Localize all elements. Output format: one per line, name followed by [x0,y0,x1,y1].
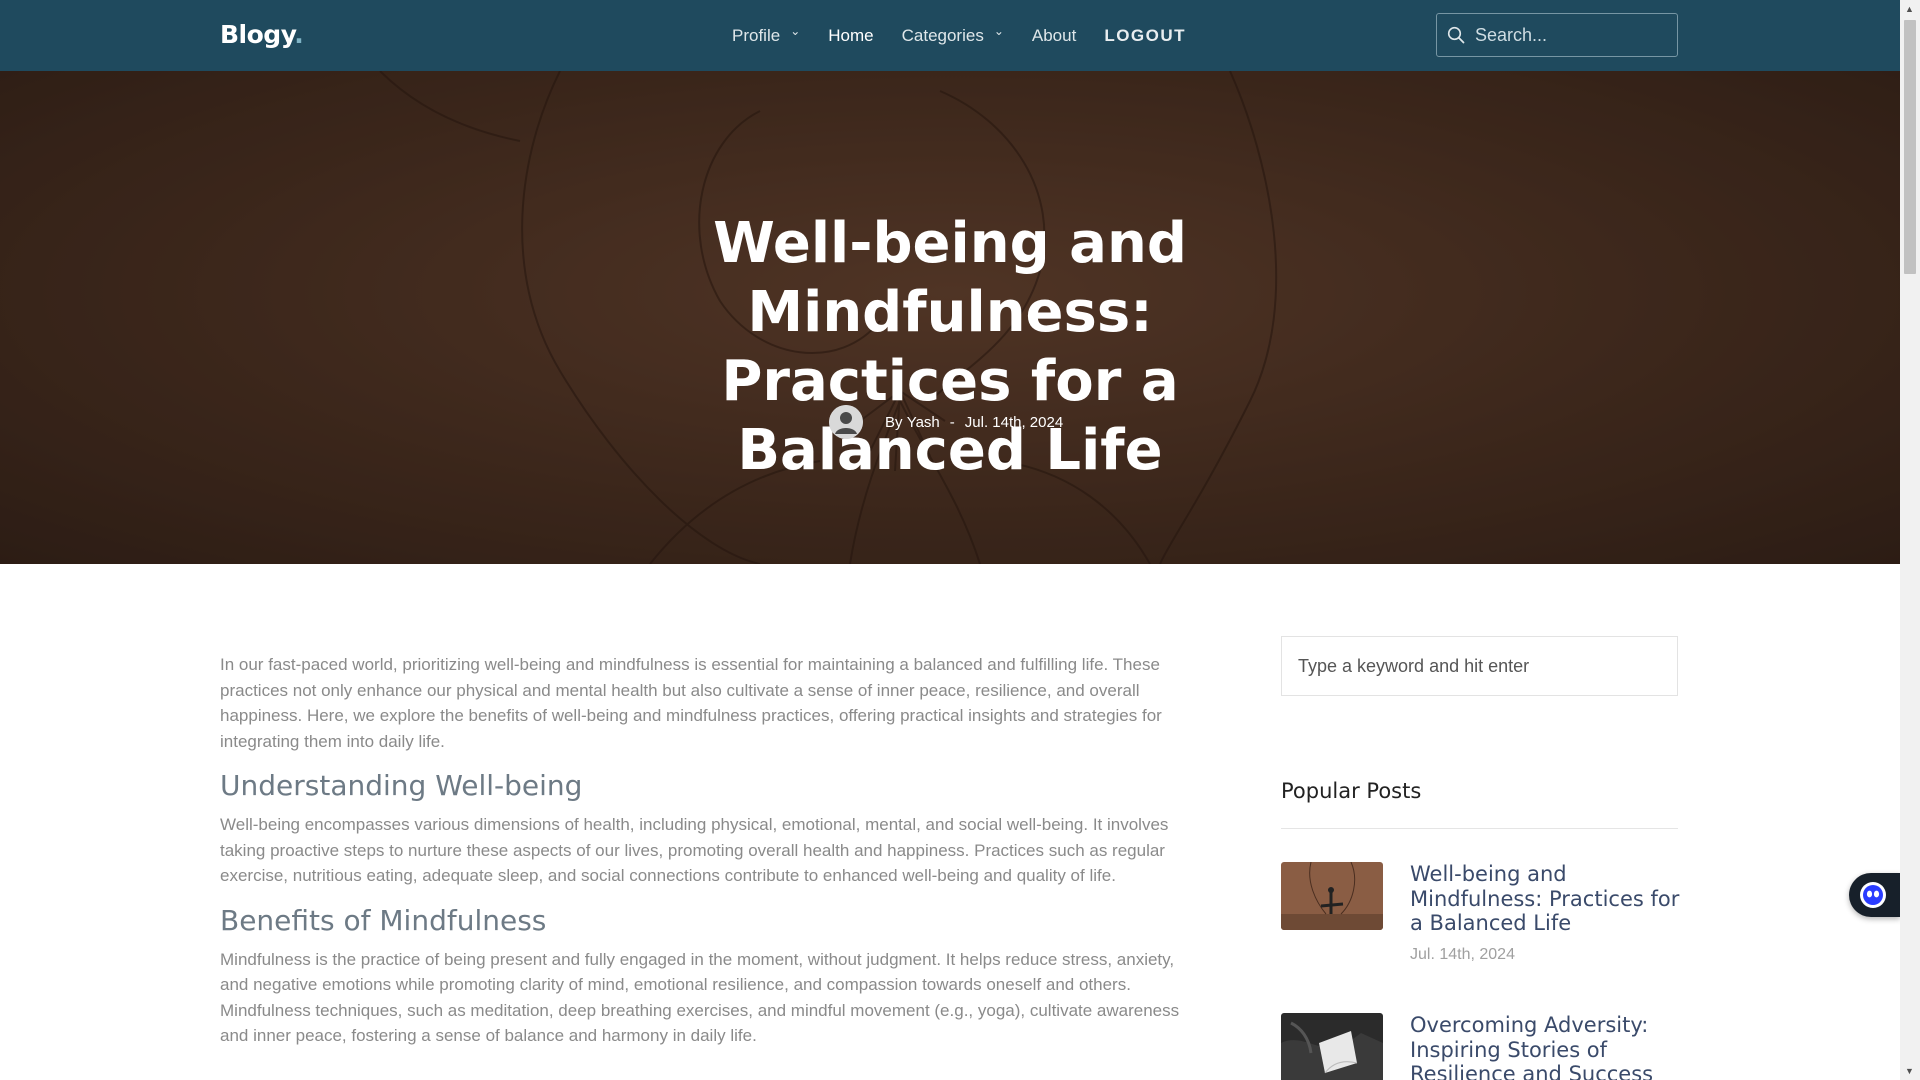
chat-bot-button[interactable] [1849,873,1900,917]
scrollbar-thumb[interactable] [1904,20,1916,274]
brand-dot: . [294,20,304,49]
brand-name: Blogy [220,20,295,49]
popular-post-title[interactable]: Overcoming Adversity: Inspiring Stories … [1410,1013,1678,1080]
nav-item-categories[interactable]: Categories ⌄ [901,23,1004,46]
nav-item-profile[interactable]: Profile ⌄ [732,23,801,46]
nav-search-box [1436,13,1678,57]
hero-banner: Well-being and Mindfulness: Practices fo… [0,71,1900,564]
section-heading: Understanding Well-being [220,769,583,802]
nav-item-about[interactable]: About [1032,26,1076,46]
page-scrollbar[interactable]: ▲ ▼ [1900,0,1920,1080]
post-thumbnail[interactable] [1281,862,1383,930]
nav-item-label: About [1031,25,1077,45]
post-meta: By Yash - Jul. 14th, 2024 [829,405,1063,439]
section-paragraph: Mindfulness is the practice of being pre… [220,949,1180,1046]
nav-item-label: Profile [732,25,781,45]
main-nav: Profile ⌄ Home Categories ⌄ About LOGOUT [732,0,1214,71]
nav-search-input[interactable] [1473,23,1667,47]
user-avatar-icon [829,405,863,439]
post-title: Well-being and Mindfulness: Practices fo… [713,210,1187,483]
nav-item-label: Home [828,25,874,45]
popular-post-title[interactable]: Well-being and Mindfulness: Practices fo… [1410,862,1680,936]
section-heading: Benefits of Mindfulness [220,903,547,937]
chat-bot-icon [1860,882,1886,908]
scroll-up-arrow-icon[interactable]: ▲ [1905,4,1914,14]
popular-posts-heading: Popular Posts [1281,779,1422,803]
article-body: In our fast-paced world, prioritizing we… [220,652,1190,1063]
post-thumbnail[interactable] [1281,1013,1383,1080]
nav-item-home[interactable]: Home [828,26,873,46]
intro-paragraph: In our fast-paced world, prioritizing we… [220,655,1162,751]
scroll-down-arrow-icon[interactable]: ▼ [1905,1066,1914,1076]
sidebar-search-box [1281,636,1678,696]
popular-post-item[interactable]: Well-being and Mindfulness: Practices fo… [1281,862,1680,972]
nav-item-label: LOGOUT [1104,25,1187,45]
author-prefix: By [885,413,903,431]
section-paragraph: Well-being encompasses various dimension… [220,815,1169,885]
author-name[interactable]: Yash [907,414,940,431]
search-icon [1447,26,1465,44]
divider [1281,828,1678,829]
chevron-down-icon: ⌄ [993,23,1004,38]
nav-item-label: Categories [901,25,984,45]
meta-separator: - [949,413,955,431]
popular-post-date: Jul. 14th, 2024 [1410,946,1515,963]
chevron-down-icon: ⌄ [790,23,801,38]
post-date: Jul. 14th, 2024 [964,413,1064,431]
sidebar-search-input[interactable] [1296,654,1663,678]
top-navbar: Blogy. Profile ⌄ Home Categories ⌄ About… [0,0,1900,71]
logout-button[interactable]: LOGOUT [1104,26,1186,46]
popular-post-item[interactable]: Overcoming Adversity: Inspiring Stories … [1281,1013,1678,1080]
brand-logo[interactable]: Blogy. [220,20,304,49]
